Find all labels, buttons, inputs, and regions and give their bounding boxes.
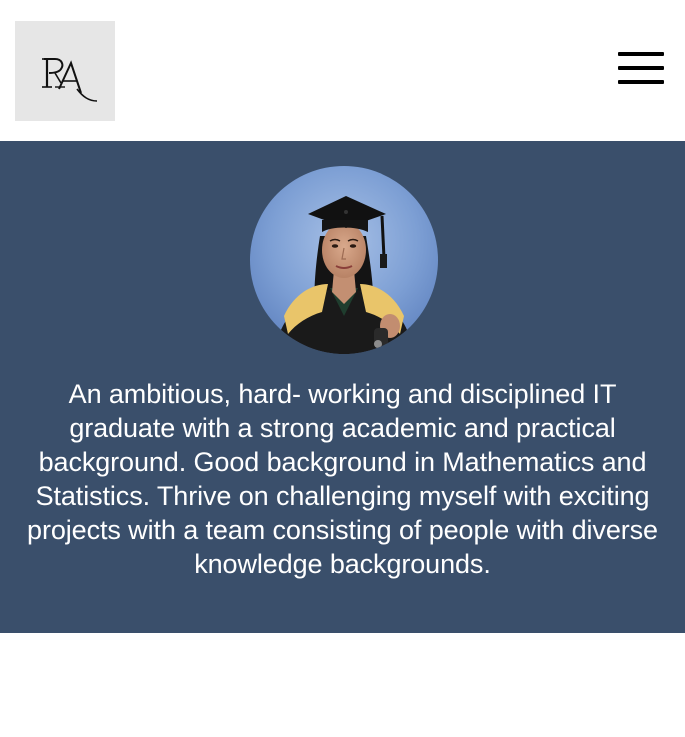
hamburger-menu-icon	[618, 52, 664, 56]
site-header	[0, 0, 685, 141]
hamburger-menu-button[interactable]	[612, 46, 670, 90]
hamburger-bar	[618, 66, 664, 70]
profile-section: An ambitious, hard- working and discipli…	[0, 141, 685, 633]
page-content-area	[0, 633, 685, 737]
logo-monogram-icon	[42, 58, 98, 102]
hamburger-bar	[618, 80, 664, 84]
profile-bio: An ambitious, hard- working and discipli…	[27, 379, 658, 579]
graduate-portrait-image	[250, 166, 438, 354]
profile-photo	[250, 166, 438, 354]
site-logo[interactable]	[15, 21, 115, 121]
